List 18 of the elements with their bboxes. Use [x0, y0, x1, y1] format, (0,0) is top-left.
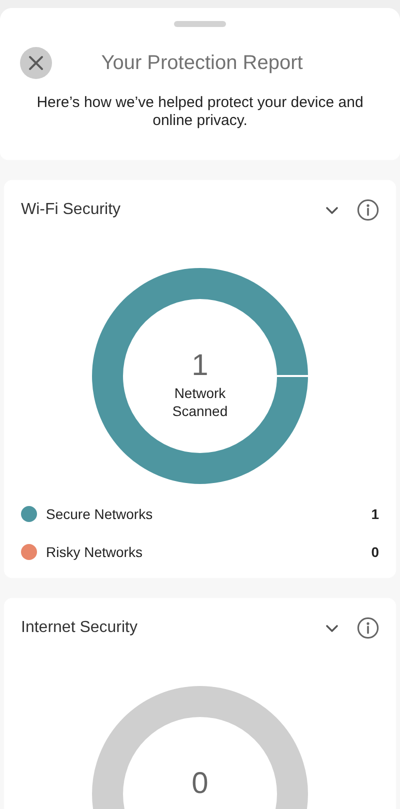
center-label: Network Scanned [171, 384, 229, 420]
section-title: Internet Security [21, 619, 138, 637]
expand-button[interactable] [325, 206, 339, 214]
report-subtitle: Here’s how we’ve helped protect your device and online privacy. [36, 94, 364, 130]
drag-handle[interactable] [174, 21, 226, 27]
section-title: Wi-Fi Security [21, 201, 122, 219]
report-title: Your Protection Report [100, 52, 303, 74]
info-button[interactable] [357, 199, 379, 221]
legend-count: 0 [371, 544, 379, 560]
legend-count: 1 [371, 506, 379, 522]
legend-label: Secure Networks [46, 506, 154, 522]
close-icon [28, 55, 44, 71]
center-count: 1 [192, 350, 208, 382]
info-button[interactable] [357, 617, 379, 639]
close-button[interactable] [20, 47, 52, 79]
center-count: 0 [192, 768, 208, 800]
legend-label: Risky Networks [46, 544, 144, 560]
expand-button[interactable] [325, 624, 339, 632]
